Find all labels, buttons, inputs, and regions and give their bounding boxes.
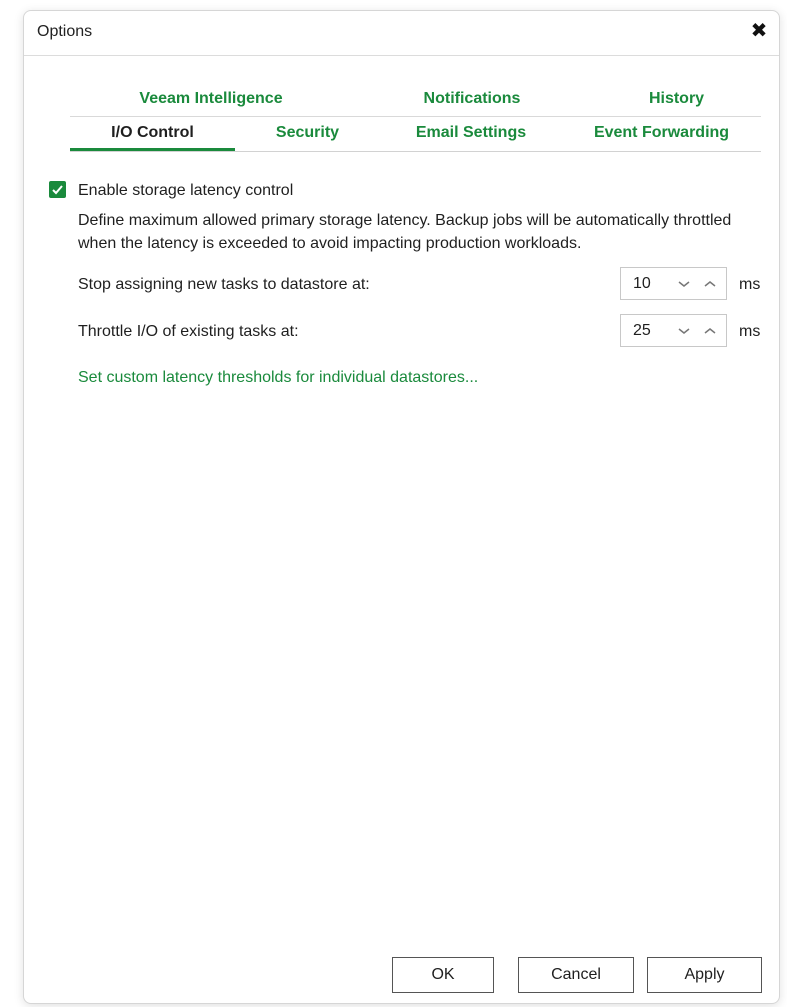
tab-io-control[interactable]: I/O Control xyxy=(70,117,235,151)
chevron-up-icon[interactable] xyxy=(699,272,721,296)
chevron-down-icon[interactable] xyxy=(673,272,695,296)
tab-history[interactable]: History xyxy=(592,83,761,117)
chevron-down-icon[interactable] xyxy=(673,319,695,343)
throttle-io-unit: ms xyxy=(739,323,761,340)
cancel-button[interactable]: Cancel xyxy=(518,957,634,993)
title-bar: Options ✖ xyxy=(24,11,779,56)
tab-event-forwarding[interactable]: Event Forwarding xyxy=(562,117,761,151)
throttle-io-value[interactable]: 25 xyxy=(633,322,651,340)
stop-tasks-unit: ms xyxy=(739,276,761,293)
latency-description: Define maximum allowed primary storage l… xyxy=(78,212,732,252)
close-icon[interactable]: ✖ xyxy=(745,17,773,45)
enable-latency-label[interactable]: Enable storage latency control xyxy=(78,182,293,200)
throttle-io-label: Throttle I/O of existing tasks at: xyxy=(78,323,299,340)
options-dialog: Options ✖ Veeam Intelligence Notificatio… xyxy=(23,10,780,1004)
tab-row-bottom: I/O Control Security Email Settings Even… xyxy=(70,117,761,152)
window-title: Options xyxy=(37,23,93,40)
tab-notifications[interactable]: Notifications xyxy=(352,83,592,117)
stop-tasks-value[interactable]: 10 xyxy=(633,275,651,293)
tab-email-settings[interactable]: Email Settings xyxy=(380,117,562,151)
ok-button[interactable]: OK xyxy=(392,957,494,993)
stop-tasks-spinner[interactable]: 10 xyxy=(620,267,727,300)
stop-tasks-label: Stop assigning new tasks to datastore at… xyxy=(78,276,370,293)
tab-row-top: Veeam Intelligence Notifications History xyxy=(70,83,761,117)
apply-button[interactable]: Apply xyxy=(647,957,762,993)
checkmark-icon xyxy=(52,185,63,195)
custom-latency-link[interactable]: Set custom latency thresholds for indivi… xyxy=(78,369,478,387)
throttle-io-spinner[interactable]: 25 xyxy=(620,314,727,347)
tab-veeam-intelligence[interactable]: Veeam Intelligence xyxy=(70,83,352,117)
chevron-up-icon[interactable] xyxy=(699,319,721,343)
tab-security[interactable]: Security xyxy=(235,117,380,151)
enable-latency-checkbox[interactable] xyxy=(49,181,66,198)
